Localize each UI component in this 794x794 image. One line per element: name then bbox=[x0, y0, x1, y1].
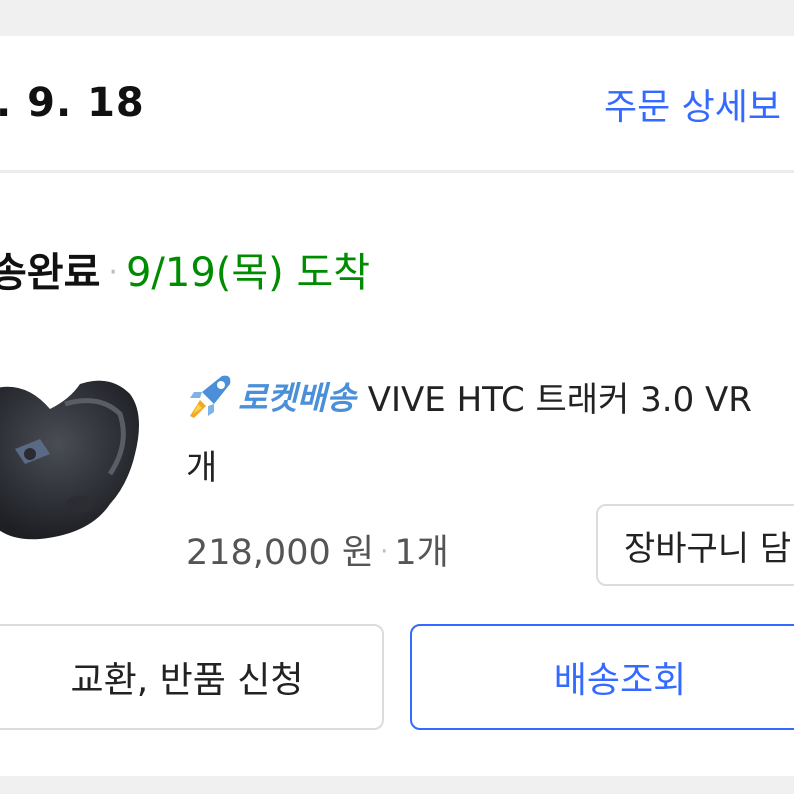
product-name-row[interactable]: 로켓배송 VIVE HTC 트래커 3.0 VR bbox=[184, 368, 752, 424]
order-header: . 9. 18 주문 상세보 bbox=[0, 36, 794, 172]
status-separator: · bbox=[108, 255, 118, 290]
price-row: 218,000 원 · 1개 bbox=[186, 524, 449, 575]
rocket-icon bbox=[190, 375, 231, 418]
divider bbox=[0, 170, 794, 173]
track-delivery-button[interactable]: 배송조회 bbox=[410, 624, 794, 730]
product-image[interactable] bbox=[0, 354, 160, 564]
product-quantity: 1개 bbox=[394, 533, 449, 573]
rocket-delivery-label: 로켓배송 bbox=[238, 379, 356, 417]
product-name-continued: 개 bbox=[186, 448, 218, 488]
product-price: 218,000 원 bbox=[186, 533, 375, 573]
price-separator: · bbox=[380, 537, 389, 567]
product-name: VIVE HTC 트래커 3.0 VR bbox=[367, 379, 752, 420]
exchange-return-button[interactable]: 교환, 반품 신청 bbox=[0, 624, 384, 730]
delivery-status-row: 송완료 · 9/19(목) 도착 bbox=[0, 240, 370, 298]
rocket-delivery-badge: 로켓배송 bbox=[184, 370, 356, 422]
delivery-status: 송완료 bbox=[0, 250, 101, 296]
order-card: . 9. 18 주문 상세보 송완료 · 9/19(목) 도착 로켓배송 VIV… bbox=[0, 36, 794, 776]
order-date: . 9. 18 bbox=[0, 80, 145, 126]
arrival-date: 9/19(목) 도착 bbox=[125, 250, 371, 296]
add-to-cart-button[interactable]: 장바구니 담 bbox=[596, 504, 794, 586]
order-detail-link[interactable]: 주문 상세보 bbox=[604, 78, 781, 130]
